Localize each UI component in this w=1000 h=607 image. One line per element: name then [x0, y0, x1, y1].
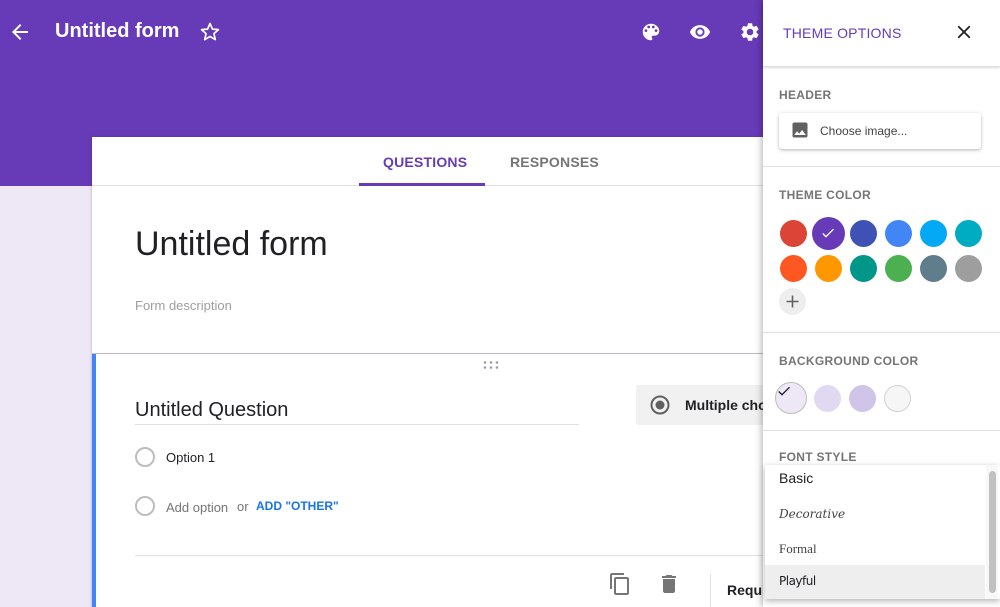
- background-color-swatch[interactable]: [884, 385, 911, 412]
- font-style-label: FONT STYLE: [779, 450, 857, 464]
- tab-questions[interactable]: QUESTIONS: [383, 154, 467, 170]
- background-color-swatch-selected[interactable]: [775, 382, 807, 414]
- choose-image-label: Choose image...: [820, 124, 908, 138]
- theme-color-swatch[interactable]: [884, 219, 912, 247]
- theme-color-swatch-selected[interactable]: [811, 216, 845, 250]
- font-option-basic[interactable]: Basic: [765, 465, 985, 499]
- image-icon: [792, 122, 808, 138]
- form-header-card: QUESTIONS RESPONSES Untitled form Form d…: [92, 137, 772, 353]
- question-type-label: Multiple cho: [685, 397, 767, 413]
- theme-color-swatch[interactable]: [919, 254, 947, 282]
- dropdown-scrollbar[interactable]: [986, 465, 998, 599]
- tab-responses[interactable]: RESPONSES: [510, 154, 599, 170]
- background-color-label: BACKGROUND COLOR: [779, 354, 919, 368]
- font-option-decorative[interactable]: Decorative: [765, 499, 985, 533]
- font-style-dropdown[interactable]: Basic Decorative Formal Playful: [765, 465, 1000, 599]
- theme-color-swatch[interactable]: [779, 254, 807, 282]
- theme-color-swatch[interactable]: [779, 219, 807, 247]
- panel-header: THEME OPTIONS: [763, 0, 1000, 67]
- plus-icon: [786, 295, 799, 308]
- add-other-link[interactable]: ADD "OTHER": [256, 499, 339, 513]
- close-icon[interactable]: [953, 21, 975, 43]
- radio-button-icon: [650, 395, 670, 415]
- theme-color-swatch[interactable]: [814, 254, 842, 282]
- option-radio: [135, 447, 155, 467]
- arrow-back-icon[interactable]: [8, 20, 32, 44]
- tab-bar: QUESTIONS RESPONSES: [92, 137, 772, 186]
- option-1-text[interactable]: Option 1: [166, 450, 215, 465]
- theme-color-swatch[interactable]: [954, 254, 982, 282]
- star-outline-icon[interactable]: [198, 20, 222, 44]
- add-custom-color-button[interactable]: [779, 288, 806, 315]
- theme-color-swatch[interactable]: [954, 219, 982, 247]
- section-divider: [763, 166, 1000, 167]
- or-text: or: [237, 499, 249, 514]
- add-option-input[interactable]: Add option: [166, 500, 228, 515]
- choose-image-button[interactable]: Choose image...: [779, 113, 981, 149]
- footer-separator: [710, 574, 711, 607]
- add-option-radio: [135, 496, 155, 516]
- theme-color-swatch[interactable]: [919, 219, 947, 247]
- required-toggle-label[interactable]: Requi: [727, 582, 766, 598]
- form-description-input[interactable]: Form description: [135, 298, 232, 313]
- question-footer-divider: [135, 555, 776, 556]
- font-option-playful[interactable]: Playful: [765, 565, 985, 599]
- panel-title: THEME OPTIONS: [783, 25, 902, 41]
- gear-icon[interactable]: [739, 21, 761, 43]
- app-title: Untitled form: [55, 20, 180, 42]
- background-color-swatch[interactable]: [814, 385, 841, 412]
- form-title-input[interactable]: Untitled form: [135, 225, 328, 264]
- theme-color-swatch[interactable]: [884, 254, 912, 282]
- theme-options-panel: THEME OPTIONS HEADER Choose image... THE…: [763, 0, 1000, 607]
- section-divider: [763, 430, 1000, 431]
- question-card[interactable]: Untitled Question Multiple cho Option 1 …: [92, 354, 786, 607]
- theme-color-label: THEME COLOR: [779, 188, 871, 202]
- active-tab-indicator: [359, 183, 485, 186]
- font-option-formal[interactable]: Formal: [765, 532, 985, 566]
- header-section-label: HEADER: [779, 88, 832, 102]
- eye-icon[interactable]: [689, 21, 711, 43]
- duplicate-icon[interactable]: [608, 572, 632, 596]
- theme-color-swatch[interactable]: [849, 254, 877, 282]
- theme-color-swatch[interactable]: [849, 219, 877, 247]
- scrollbar-thumb[interactable]: [989, 471, 996, 593]
- background-color-swatch[interactable]: [849, 385, 876, 412]
- section-divider: [763, 332, 1000, 333]
- drag-handle-icon[interactable]: [482, 360, 500, 370]
- palette-icon[interactable]: [640, 21, 662, 43]
- delete-icon[interactable]: [657, 572, 681, 596]
- question-title-input[interactable]: Untitled Question: [135, 399, 579, 425]
